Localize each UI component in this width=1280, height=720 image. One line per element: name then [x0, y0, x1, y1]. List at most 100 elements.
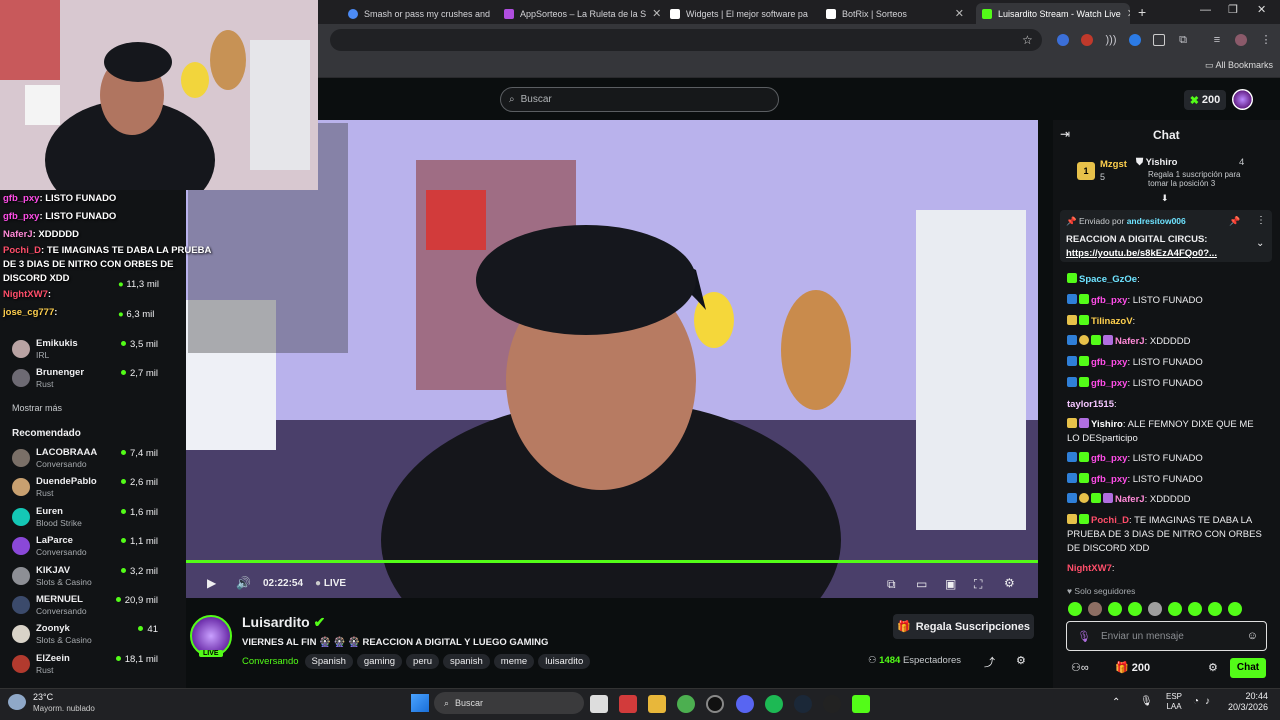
- live-indicator[interactable]: ● LIVE: [315, 578, 346, 589]
- chat-user[interactable]: gfb_pxy: [1091, 453, 1127, 464]
- tag[interactable]: gaming: [356, 654, 403, 669]
- chat-user[interactable]: gfb_pxy: [1091, 474, 1127, 485]
- app-icon[interactable]: [619, 695, 637, 713]
- chat-user[interactable]: Yishiro: [1091, 419, 1123, 430]
- microphone-icon[interactable]: 🎙: [1077, 630, 1091, 643]
- sidebar-item-kikjav[interactable]: KIKJAV Slots & Casino 3,2 mil: [0, 564, 186, 593]
- puzzle-icon[interactable]: ⧉: [1177, 34, 1189, 46]
- chat-settings-icon[interactable]: ⚙: [1208, 661, 1218, 674]
- chat-user[interactable]: NaferJ: [1115, 336, 1145, 347]
- close-window-icon[interactable]: ✕: [1257, 3, 1266, 16]
- clock[interactable]: 20:44 20/3/2026: [1226, 691, 1268, 713]
- chat-user[interactable]: NaferJ: [1115, 494, 1145, 505]
- share-icon[interactable]: ⤴: [984, 654, 995, 670]
- windows-start-icon[interactable]: [411, 694, 429, 712]
- settings-gear-icon[interactable]: ⚙: [1004, 576, 1015, 590]
- sidebar-item-mernuel[interactable]: MERNUEL Conversando 20,9 mil: [0, 593, 186, 622]
- sidebar-item-duendepablo[interactable]: DuendePablo Rust 2,6 mil: [0, 475, 186, 504]
- volume-tray-icon[interactable]: ♪: [1205, 696, 1210, 707]
- discord-icon[interactable]: [736, 695, 754, 713]
- extension-icon[interactable]: [1081, 34, 1093, 46]
- user-settings-icon[interactable]: ⚙: [1016, 654, 1026, 667]
- chat-user[interactable]: gfb_pxy: [1091, 295, 1127, 306]
- extension-icon[interactable]: [1057, 34, 1069, 46]
- sidebar-item-laparce[interactable]: LaParce Conversando 1,1 mil: [0, 534, 186, 563]
- taskbar-search[interactable]: ⌕ Buscar: [434, 692, 584, 714]
- chat-user[interactable]: Pochi_D: [1091, 515, 1129, 526]
- menu-icon[interactable]: ⋮: [1260, 34, 1272, 46]
- spotify-icon[interactable]: [765, 695, 783, 713]
- chat-balance[interactable]: 🎁 200: [1115, 661, 1150, 674]
- emote-icon[interactable]: [1088, 602, 1102, 616]
- unpin-icon[interactable]: 📌: [1229, 216, 1240, 227]
- fullscreen-icon[interactable]: ⛶: [974, 577, 982, 592]
- leader2[interactable]: ⛊ Yishiro: [1136, 157, 1177, 168]
- emote-icon[interactable]: [1148, 602, 1162, 616]
- pinned-user[interactable]: andresitow006: [1127, 216, 1186, 226]
- tag[interactable]: spanish: [443, 654, 490, 669]
- sidebar-item-lacobraaa[interactable]: LACOBRAAA Conversando 7,4 mil: [0, 446, 186, 475]
- clip-icon[interactable]: ▣: [945, 577, 956, 591]
- chat-user[interactable]: TilinazoV: [1091, 316, 1133, 327]
- search-input[interactable]: ⌕ Buscar: [500, 87, 779, 112]
- channel-name-title[interactable]: Luisardito ✔: [242, 614, 325, 631]
- microphone-tray-icon[interactable]: 🎙: [1140, 696, 1153, 707]
- sidebar-item-brunenger[interactable]: Brunenger Rust 2,7 mil: [0, 366, 186, 395]
- sidebar-item-elzeein[interactable]: ElZeein Rust 18,1 mil: [0, 652, 186, 681]
- emote-icon[interactable]: [1208, 602, 1222, 616]
- emote-icon[interactable]: [1068, 602, 1082, 616]
- tag[interactable]: meme: [493, 654, 535, 669]
- chat-input[interactable]: 🎙 Enviar un mensaje ☺: [1066, 621, 1267, 651]
- maximize-icon[interactable]: ❐: [1228, 3, 1238, 16]
- kicks-balance[interactable]: ✖ 200: [1184, 90, 1226, 110]
- emote-icon[interactable]: [1128, 602, 1142, 616]
- sidebar-item-euren[interactable]: Euren Blood Strike 1,6 mil: [0, 505, 186, 534]
- tag[interactable]: luisardito: [538, 654, 591, 669]
- browser-tab-botrix[interactable]: BotRix | Sorteos ✕: [820, 3, 970, 24]
- gift-subs-button[interactable]: 🎁 Regala Suscripciones: [893, 614, 1034, 639]
- chat-user[interactable]: taylor1515: [1067, 399, 1114, 410]
- pip-icon[interactable]: ⧉: [887, 577, 896, 592]
- close-tab-icon[interactable]: ✕: [490, 7, 494, 20]
- minimize-icon[interactable]: —: [1200, 4, 1211, 16]
- emote-icon[interactable]: [1188, 602, 1202, 616]
- sidebar-item-zoonyk[interactable]: Zoonyk Slots & Casino 41: [0, 622, 186, 651]
- steam-icon[interactable]: [794, 695, 812, 713]
- chat-user[interactable]: NightXW7: [1067, 563, 1112, 574]
- browser-tab-appsorteos[interactable]: AppSorteos – La Ruleta de la S ✕: [498, 3, 660, 24]
- media-icon[interactable]: ≡: [1211, 34, 1223, 46]
- close-tab-icon[interactable]: ✕: [949, 7, 964, 20]
- collapse-chat-icon[interactable]: ⇥: [1060, 127, 1070, 141]
- browser-tab-smash[interactable]: Smash or pass my crushes and✕: [342, 3, 494, 24]
- task-view-icon[interactable]: [590, 695, 608, 713]
- browser-tab-luisardito[interactable]: Luisardito Stream - Watch Live✕: [976, 3, 1130, 24]
- network-icon[interactable]: ◔: [1193, 696, 1199, 707]
- extension-icon[interactable]: ))): [1105, 34, 1117, 46]
- stream-category[interactable]: Conversando: [242, 656, 299, 667]
- chat-users-icon[interactable]: ⚇∞: [1071, 661, 1089, 674]
- user-avatar[interactable]: [1232, 89, 1253, 110]
- emoji-icon[interactable]: ☺: [1247, 630, 1258, 642]
- send-chat-button[interactable]: Chat: [1230, 658, 1266, 678]
- obs-icon[interactable]: [823, 695, 841, 713]
- chrome-icon[interactable]: [677, 695, 695, 713]
- close-tab-icon[interactable]: ✕: [808, 7, 812, 20]
- extension-icon[interactable]: [1129, 34, 1141, 46]
- sidebar-item-emikukis[interactable]: Emikukis IRL 3,5 mil: [0, 337, 186, 366]
- show-more-link[interactable]: Mostrar más: [12, 403, 62, 413]
- expand-leaderboard-icon[interactable]: ⬇: [1161, 193, 1169, 204]
- emote-icon[interactable]: [1168, 602, 1182, 616]
- browser-tab-widgets[interactable]: Widgets | El mejor software pa✕: [664, 3, 812, 24]
- file-explorer-icon[interactable]: [648, 695, 666, 713]
- url-field[interactable]: [330, 29, 1042, 51]
- close-tab-icon[interactable]: ✕: [1121, 7, 1130, 20]
- tray-chevron-icon[interactable]: ⌃: [1112, 697, 1120, 708]
- leader1-name[interactable]: Mzgst: [1100, 159, 1127, 170]
- profile-icon[interactable]: [1235, 34, 1247, 46]
- more-options-icon[interactable]: ⋮: [1256, 215, 1266, 226]
- language-indicator[interactable]: ESP LAA: [1166, 692, 1182, 712]
- chat-user[interactable]: Space_GzOe: [1079, 274, 1137, 285]
- extension-icon[interactable]: [1153, 34, 1165, 46]
- volume-icon[interactable]: 🔊: [236, 576, 251, 590]
- new-tab-button[interactable]: +: [1138, 4, 1146, 20]
